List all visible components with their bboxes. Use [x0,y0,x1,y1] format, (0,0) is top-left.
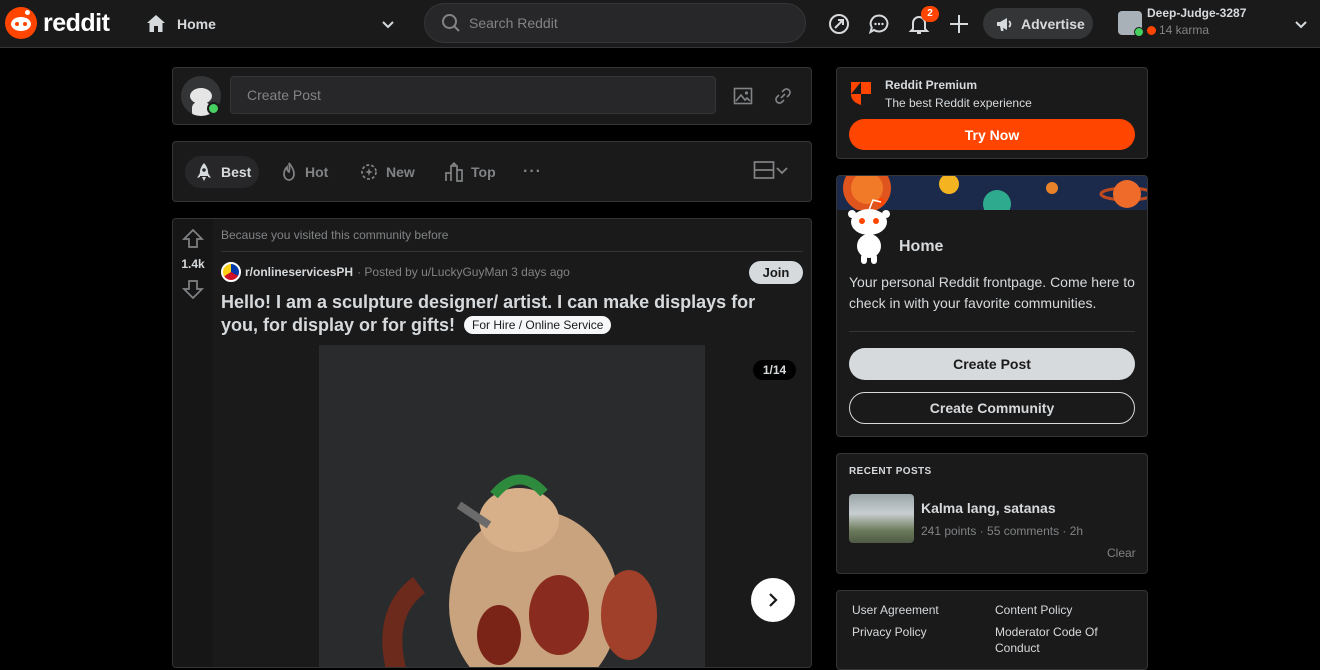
subreddit-link[interactable]: r/onlineservicesPH [245,265,353,279]
flame-icon [283,162,295,181]
post-flair[interactable]: For Hire / Online Service [464,316,612,334]
snoo-logo-icon [5,7,37,39]
sort-hot-label: Hot [305,164,329,180]
footer-links-card: User Agreement Content Policy Privacy Po… [836,590,1148,670]
divider [849,331,1135,332]
chevron-down-icon [382,21,394,29]
create-community-button[interactable]: Create Community [849,392,1135,424]
online-status-dot [207,102,220,115]
divider [221,251,803,252]
chevron-down-icon [776,167,788,175]
sort-best-label: Best [221,164,252,180]
sculpture-figure-image [382,474,657,667]
post-card[interactable]: 1.4k Because you visited this community … [172,218,812,668]
karma-count: 14 karma [1147,23,1209,37]
home-info-card: Home Your personal Reddit frontpage. Com… [836,175,1148,437]
reddit-logo[interactable]: reddit [5,7,110,39]
top-header: reddit Home 2 Advertise Deep-Judge-3287 … [0,0,1320,48]
vote-score: 1.4k [181,257,205,271]
image-icon [733,87,753,105]
advertise-button[interactable]: Advertise [983,8,1093,39]
megaphone-icon [997,17,1012,31]
posted-by: · Posted by u/LuckyGuyMan 3 days ago [357,265,570,279]
chevron-right-icon [769,593,778,607]
search-icon [442,14,460,32]
popular-button[interactable] [827,12,851,36]
footer-link-content-policy[interactable]: Content Policy [995,602,1072,618]
user-menu[interactable]: Deep-Judge-3287 14 karma [1118,6,1313,42]
sort-top-label: Top [471,164,496,180]
card-layout-icon [753,161,775,179]
clear-recent-button[interactable]: Clear [1107,546,1136,560]
popular-arrow-icon [829,14,849,34]
advertise-label: Advertise [1021,15,1085,32]
post-gallery-image[interactable] [319,345,705,667]
sort-hot[interactable]: Hot [271,156,336,188]
sort-new-label: New [386,164,415,180]
sort-top[interactable]: Top [435,156,504,188]
premium-shield-icon [851,82,871,105]
snoo-mascot-icon [848,198,890,264]
footer-link-user-agreement[interactable]: User Agreement [852,602,939,618]
create-post-button[interactable] [947,12,971,36]
user-avatar [1118,11,1144,37]
chevron-down-icon [1295,21,1307,29]
subreddit-icon[interactable] [221,262,241,282]
premium-title: Reddit Premium [885,78,978,92]
recent-post-meta: 241 points · 55 comments · 2h [921,524,1084,538]
recent-posts-heading: RECENT POSTS [849,466,932,477]
gallery-next-button[interactable] [751,578,795,622]
join-button[interactable]: Join [749,261,803,284]
post-meta: r/onlineservicesPH · Posted by u/LuckyGu… [221,262,570,282]
search-input[interactable] [469,15,769,31]
sort-more-button[interactable]: ··· [515,156,550,188]
more-options-icon: ··· [523,163,542,180]
downvote-icon[interactable] [181,277,205,301]
karma-icon [1147,25,1156,35]
sort-bar: Best Hot New Top ··· [172,141,812,202]
sort-best[interactable]: Best [185,156,260,188]
vote-column: 1.4k [173,219,213,667]
home-icon [147,15,165,32]
premium-card: Reddit Premium The best Reddit experienc… [836,67,1148,159]
layout-selector[interactable] [753,160,789,180]
recent-posts-card: RECENT POSTS Kalma lang, satanas 241 poi… [836,453,1148,574]
recent-post-thumbnail[interactable] [849,494,914,543]
post-title[interactable]: Hello! I am a sculpture designer/ artist… [221,291,796,337]
sparkle-icon [361,164,377,180]
create-post-card [172,67,812,125]
username: Deep-Judge-3287 [1147,6,1247,20]
footer-link-moderator-code[interactable]: Moderator Code Of Conduct [995,624,1125,656]
gallery-counter: 1/14 [753,360,796,380]
brand-wordmark: reddit [43,8,110,37]
feed-selector[interactable]: Home [145,10,400,38]
recommendation-reason: Because you visited this community befor… [221,228,449,242]
create-post-button[interactable]: Create Post [849,348,1135,380]
create-post-input[interactable] [230,76,716,114]
search-bar[interactable] [424,3,806,43]
home-card-description: Your personal Reddit frontpage. Come her… [849,274,1135,311]
karma-label: 14 karma [1159,23,1210,37]
link-post-button[interactable] [771,84,795,108]
feed-selector-label: Home [177,16,216,32]
rocket-icon [197,163,211,181]
try-now-button[interactable]: Try Now [849,119,1135,150]
chat-button[interactable] [867,12,891,36]
image-post-button[interactable] [731,84,755,108]
top-chart-icon [445,162,463,182]
recent-post-title[interactable]: Kalma lang, satanas [921,500,1056,516]
premium-subtitle: The best Reddit experience [885,96,1032,110]
chat-icon [868,14,889,35]
link-icon [775,88,791,104]
notification-badge: 2 [921,6,939,22]
footer-link-privacy-policy[interactable]: Privacy Policy [852,624,927,640]
upvote-icon[interactable] [181,227,205,251]
sort-new[interactable]: New [350,156,423,188]
plus-icon [950,15,968,33]
home-card-title: Home [899,238,944,255]
